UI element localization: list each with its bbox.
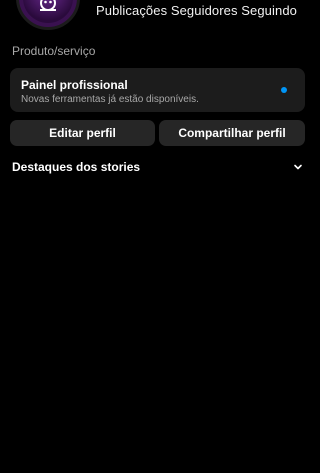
professional-dashboard-card[interactable]: Painel profissional Novas ferramentas já… [10,68,305,112]
profile-avatar[interactable] [16,0,80,30]
stat-followers-label: Seguidores [170,3,238,18]
share-profile-button[interactable]: Compartilhar perfil [159,120,305,146]
professional-dashboard-subtitle: Novas ferramentas já estão disponíveis. [21,94,199,105]
chevron-down-icon [293,162,303,172]
avatar-image [23,0,73,23]
stat-following-label: Seguindo [241,3,297,18]
edit-profile-button[interactable]: Editar perfil [10,120,155,146]
stat-following[interactable]: Seguindo [241,2,297,20]
profile-category: Produto/serviço [12,44,96,58]
stat-posts-label: Publicações [96,3,168,18]
profile-stats: Publicações Seguidores Seguindo [96,2,297,20]
professional-dashboard-title: Painel profissional [21,78,128,92]
stat-posts[interactable]: Publicações [96,2,167,20]
stat-followers[interactable]: Seguidores [171,2,238,20]
story-highlights-toggle[interactable]: Destaques dos stories [12,158,303,176]
story-highlights-label: Destaques dos stories [12,160,141,174]
robot-avatar-icon [37,0,59,23]
new-indicator-dot [281,87,287,93]
